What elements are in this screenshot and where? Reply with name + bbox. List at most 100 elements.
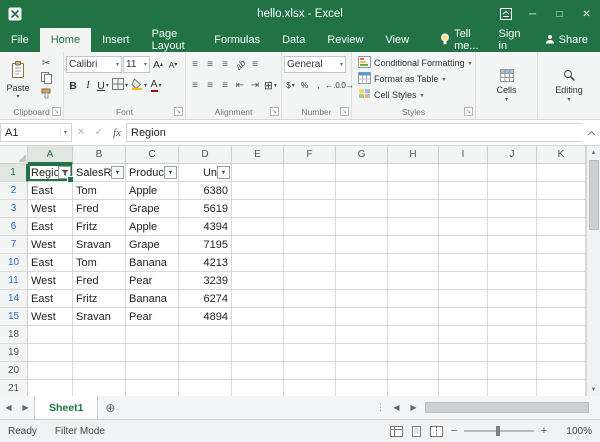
- cell-B10[interactable]: Tom: [73, 254, 126, 272]
- cell-styles-button[interactable]: Cell Styles ▾: [354, 87, 473, 103]
- row-header-19[interactable]: 19: [0, 344, 28, 362]
- column-header-K[interactable]: K: [537, 146, 586, 164]
- align-top-button[interactable]: ≡: [188, 57, 202, 72]
- cell-I14[interactable]: [439, 290, 488, 308]
- cell-J10[interactable]: [488, 254, 537, 272]
- cell-C6[interactable]: Apple: [126, 218, 179, 236]
- cell-H1[interactable]: [388, 164, 439, 182]
- close-button[interactable]: ✕: [573, 0, 600, 28]
- minimize-button[interactable]: ─: [519, 0, 546, 28]
- number-format-dropdown-icon[interactable]: ▾: [340, 61, 343, 68]
- vertical-scrollbar[interactable]: ▲ ▼: [586, 146, 600, 396]
- cell-K3[interactable]: [537, 200, 586, 218]
- cell-A2[interactable]: East: [28, 182, 73, 200]
- cancel-button[interactable]: ✕: [72, 127, 90, 138]
- tab-home[interactable]: Home: [40, 28, 91, 52]
- font-size-dropdown-icon[interactable]: ▾: [144, 61, 147, 68]
- row-header-6[interactable]: 6: [0, 218, 28, 236]
- cell-A18[interactable]: [28, 326, 73, 344]
- cell-G21[interactable]: [336, 380, 388, 396]
- accounting-format-button[interactable]: $▾: [284, 78, 297, 93]
- cell-F19[interactable]: [284, 344, 336, 362]
- cell-D3[interactable]: 5619: [179, 200, 232, 218]
- enter-button[interactable]: ✓: [90, 127, 108, 138]
- cell-I15[interactable]: [439, 308, 488, 326]
- cell-D10[interactable]: 4213: [179, 254, 232, 272]
- cell-D18[interactable]: [179, 326, 232, 344]
- cell-I11[interactable]: [439, 272, 488, 290]
- sign-in-button[interactable]: Sign in: [487, 28, 533, 52]
- styles-dialog-launcher[interactable]: ↘: [464, 107, 473, 116]
- filter-dropdown-button-C[interactable]: ▼: [164, 166, 177, 179]
- align-right-button[interactable]: ≡: [218, 78, 232, 93]
- cell-F18[interactable]: [284, 326, 336, 344]
- row-header-10[interactable]: 10: [0, 254, 28, 272]
- tab-file[interactable]: File: [0, 28, 40, 52]
- zoom-slider-thumb[interactable]: [496, 426, 500, 436]
- cell-B1[interactable]: SalesRe▼: [73, 164, 126, 182]
- cell-H10[interactable]: [388, 254, 439, 272]
- cell-B2[interactable]: Tom: [73, 182, 126, 200]
- cell-J20[interactable]: [488, 362, 537, 380]
- cell-I3[interactable]: [439, 200, 488, 218]
- cell-D7[interactable]: 7195: [179, 236, 232, 254]
- scroll-up-button[interactable]: ▲: [587, 146, 600, 159]
- alignment-dialog-launcher[interactable]: ↘: [270, 107, 279, 116]
- cell-G11[interactable]: [336, 272, 388, 290]
- cell-K10[interactable]: [537, 254, 586, 272]
- cell-D21[interactable]: [179, 380, 232, 396]
- cell-H20[interactable]: [388, 362, 439, 380]
- sheet-nav-left-button[interactable]: ◀: [0, 396, 17, 419]
- filter-applied-icon-A[interactable]: [58, 166, 71, 179]
- conditional-formatting-button[interactable]: Conditional Formatting ▾: [354, 55, 473, 71]
- vertical-scroll-thumb[interactable]: [589, 160, 599, 230]
- cell-D1[interactable]: Units▼: [179, 164, 232, 182]
- name-box-dropdown-icon[interactable]: ▾: [60, 129, 67, 136]
- cell-F15[interactable]: [284, 308, 336, 326]
- comma-style-button[interactable]: ,: [312, 78, 325, 93]
- fill-color-button[interactable]: ▾: [130, 78, 148, 94]
- cell-E6[interactable]: [232, 218, 284, 236]
- borders-button[interactable]: ▾: [111, 78, 129, 94]
- normal-view-button[interactable]: [386, 420, 406, 442]
- cell-B14[interactable]: Fritz: [73, 290, 126, 308]
- column-header-H[interactable]: H: [388, 146, 439, 164]
- cell-K1[interactable]: [537, 164, 586, 182]
- cell-J21[interactable]: [488, 380, 537, 396]
- cell-F6[interactable]: [284, 218, 336, 236]
- cell-D11[interactable]: 3239: [179, 272, 232, 290]
- percent-style-button[interactable]: %: [298, 78, 311, 93]
- cell-B7[interactable]: Sravan: [73, 236, 126, 254]
- cell-B6[interactable]: Fritz: [73, 218, 126, 236]
- borders-dropdown-icon[interactable]: ▾: [125, 82, 128, 89]
- column-header-J[interactable]: J: [488, 146, 537, 164]
- filter-dropdown-button-D[interactable]: ▼: [217, 166, 230, 179]
- zoom-out-button[interactable]: −: [446, 425, 462, 437]
- hscroll-right-button[interactable]: ▶: [405, 396, 422, 419]
- cell-H11[interactable]: [388, 272, 439, 290]
- cell-C14[interactable]: Banana: [126, 290, 179, 308]
- bold-button[interactable]: B: [66, 78, 80, 94]
- clipboard-dialog-launcher[interactable]: ↘: [52, 107, 61, 116]
- select-all-button[interactable]: [0, 146, 28, 164]
- cell-I2[interactable]: [439, 182, 488, 200]
- cell-H6[interactable]: [388, 218, 439, 236]
- tab-page-layout[interactable]: Page Layout: [141, 28, 204, 52]
- tab-data[interactable]: Data: [271, 28, 316, 52]
- underline-button[interactable]: U▾: [96, 78, 110, 94]
- cell-F10[interactable]: [284, 254, 336, 272]
- cell-C21[interactable]: [126, 380, 179, 396]
- cell-K2[interactable]: [537, 182, 586, 200]
- tab-review[interactable]: Review: [316, 28, 374, 52]
- column-header-A[interactable]: A: [28, 146, 73, 164]
- cell-B19[interactable]: [73, 344, 126, 362]
- cell-G14[interactable]: [336, 290, 388, 308]
- sheet-tab-sheet1[interactable]: Sheet1: [34, 396, 98, 419]
- cell-J2[interactable]: [488, 182, 537, 200]
- cell-E21[interactable]: [232, 380, 284, 396]
- tab-formulas[interactable]: Formulas: [203, 28, 271, 52]
- column-header-C[interactable]: C: [126, 146, 179, 164]
- cell-F3[interactable]: [284, 200, 336, 218]
- page-break-view-button[interactable]: [426, 420, 446, 442]
- cell-C7[interactable]: Grape: [126, 236, 179, 254]
